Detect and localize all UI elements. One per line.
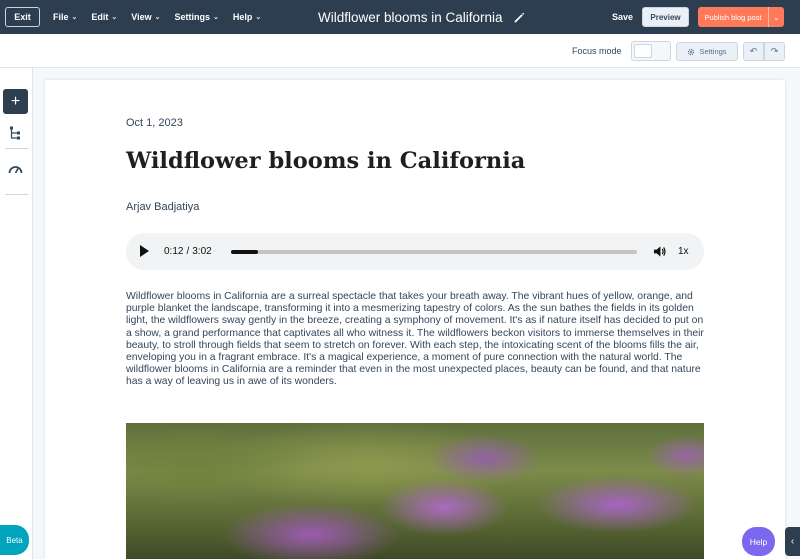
chevron-down-icon: ⌄ (213, 14, 219, 21)
audio-seek-bar[interactable] (231, 250, 637, 254)
pencil-icon[interactable] (513, 11, 526, 24)
menu-help[interactable]: Help ⌄ (233, 12, 261, 22)
focus-mode-toggle[interactable] (631, 41, 671, 61)
structure-tree-icon[interactable] (9, 126, 22, 140)
settings-button[interactable]: Settings (676, 42, 738, 61)
post-body[interactable]: Wildflower blooms in California are a su… (126, 291, 704, 389)
redo-button[interactable]: ↷ (764, 42, 785, 61)
top-bar: Exit File ⌄ Edit ⌄ View ⌄ Settings ⌄ Help ⌄ W… (0, 0, 800, 34)
chevron-down-icon: ⌄ (255, 14, 262, 21)
publish-button[interactable]: Publish blog post (698, 7, 768, 27)
publish-options-button[interactable]: ⌄ (768, 7, 784, 27)
help-button[interactable]: Help (742, 527, 775, 556)
menu-file[interactable]: File ⌄ (53, 12, 77, 22)
beta-button[interactable]: Beta (0, 525, 29, 555)
undo-icon: ↶ (749, 46, 758, 56)
toggle-knob (634, 44, 652, 58)
document-title: Wildflower blooms in California (318, 0, 526, 34)
volume-icon[interactable] (653, 245, 666, 258)
add-module-button[interactable]: + (3, 89, 28, 114)
gauge-icon[interactable] (8, 164, 23, 174)
save-button[interactable]: Save (612, 0, 633, 34)
chevron-down-icon: ⌄ (71, 14, 78, 21)
exit-button[interactable]: Exit (5, 7, 40, 27)
chevron-down-icon: ⌄ (773, 12, 780, 22)
post-title[interactable]: Wildflower blooms in California (126, 148, 525, 174)
editor-canvas: Oct 1, 2023 Wildflower blooms in Califor… (45, 80, 785, 559)
menu-edit[interactable]: Edit ⌄ (91, 12, 117, 22)
audio-time-separator: / (186, 246, 190, 257)
editor-toolbar: Focus mode Settings ↶ ↷ (0, 34, 800, 68)
left-sidebar: + (0, 68, 33, 559)
audio-progress (231, 250, 258, 254)
menu-settings[interactable]: Settings ⌄ (175, 12, 219, 22)
chevron-left-icon: ‹ (790, 536, 795, 547)
chevron-down-icon: ⌄ (111, 14, 118, 21)
document-title-text: Wildflower blooms in California (318, 9, 503, 25)
playback-speed[interactable]: 1x (678, 233, 689, 270)
undo-button[interactable]: ↶ (743, 42, 764, 61)
hero-image[interactable] (126, 423, 704, 559)
chevron-down-icon: ⌄ (154, 14, 161, 21)
settings-label: Settings (699, 47, 727, 56)
menu-bar: File ⌄ Edit ⌄ View ⌄ Settings ⌄ Help ⌄ (53, 0, 261, 34)
audio-current-time: 0:12 (164, 246, 184, 257)
audio-duration: 3:02 (192, 246, 212, 257)
audio-time: 0:12 / 3:02 (164, 233, 212, 270)
redo-icon: ↷ (770, 46, 779, 56)
play-icon[interactable] (140, 245, 149, 257)
plus-icon: + (10, 92, 21, 110)
post-author[interactable]: Arjav Badjatiya (126, 201, 199, 213)
preview-button[interactable]: Preview (642, 7, 689, 27)
sidebar-divider (5, 194, 28, 195)
focus-mode-label: Focus mode (572, 46, 622, 56)
menu-view[interactable]: View ⌄ (131, 12, 160, 22)
collapse-panel-button[interactable]: ‹ (785, 527, 800, 556)
audio-player: 0:12 / 3:02 1x (126, 233, 704, 270)
post-date[interactable]: Oct 1, 2023 (126, 117, 183, 129)
gear-icon (688, 48, 695, 55)
sidebar-divider (5, 148, 28, 149)
